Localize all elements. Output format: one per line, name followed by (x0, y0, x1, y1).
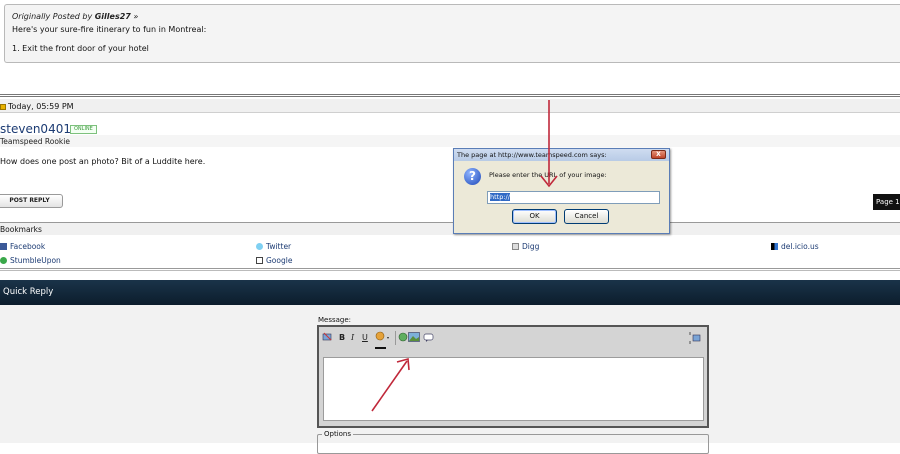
bookmark-label: Twitter (266, 242, 292, 251)
underline-button[interactable]: U (362, 331, 368, 345)
quote-line-2: 1. Exit the front door of your hotel (12, 44, 149, 53)
delicious-icon (771, 243, 778, 250)
facebook-icon (0, 243, 7, 250)
digg-icon (512, 243, 519, 250)
post-timestamp: Today, 05:59 PM (8, 102, 74, 111)
post-time-icon (0, 104, 6, 110)
bold-button[interactable]: B (339, 331, 345, 345)
remove-format-icon[interactable] (322, 331, 334, 345)
cancel-button[interactable]: Cancel (564, 209, 609, 224)
italic-button[interactable]: I (351, 331, 354, 345)
toolbar-separator (395, 331, 396, 345)
page-indicator[interactable]: Page 1 (873, 194, 900, 210)
message-textarea[interactable] (323, 357, 704, 421)
image-url-value: http:// (490, 193, 510, 201)
dialog-message: Please enter the URL of your image: (489, 171, 607, 179)
post-reply-button[interactable]: POST REPLY (0, 194, 63, 208)
bookmark-label: del.icio.us (781, 242, 819, 251)
bookmarks-divider (0, 268, 900, 271)
quick-reply-title: Quick Reply (3, 287, 54, 297)
insert-link-icon[interactable] (398, 331, 408, 345)
view-post-icon[interactable]: » (133, 12, 138, 21)
quote-posted-prefix: Originally Posted by (12, 12, 93, 21)
google-icon (256, 257, 263, 264)
image-url-input[interactable]: http:// (487, 191, 660, 204)
question-icon: ? (464, 168, 481, 185)
bookmark-twitter[interactable]: Twitter (256, 242, 291, 251)
bookmark-label: Digg (522, 242, 540, 251)
insert-quote-icon[interactable] (423, 331, 435, 345)
user-info-bar (0, 135, 900, 147)
quote-author: Gilles27 (94, 12, 131, 21)
close-icon[interactable]: X (651, 150, 666, 159)
post-divider (0, 94, 900, 97)
bookmark-label: Google (266, 256, 293, 265)
online-status-badge: ONLINE (70, 125, 97, 134)
twitter-icon (256, 243, 263, 250)
bookmark-label: Facebook (10, 242, 46, 251)
bookmark-google[interactable]: Google (256, 256, 292, 265)
message-label: Message: (318, 316, 352, 324)
post-header: Today, 05:59 PM (0, 99, 900, 113)
post-username[interactable]: steven0401 (0, 122, 71, 136)
options-legend: Options (322, 430, 354, 438)
font-color-icon[interactable] (374, 331, 390, 349)
bookmark-delicious[interactable]: del.icio.us (771, 242, 819, 251)
quick-reply-header[interactable]: Quick Reply (0, 280, 900, 305)
bookmarks-title: Bookmarks (0, 225, 42, 234)
post-message: How does one post an photo? Bit of a Lud… (0, 157, 206, 166)
toggle-editor-mode-icon[interactable] (688, 331, 701, 345)
user-title: Teamspeed Rookie (0, 137, 70, 146)
options-fieldset (317, 434, 709, 454)
quote-box: Originally Posted by Gilles27 » Here's y… (4, 4, 900, 63)
dialog-title: The page at http://www.teamspeed.com say… (454, 149, 669, 161)
bookmark-label: StumbleUpon (10, 256, 61, 265)
bookmark-digg[interactable]: Digg (512, 242, 539, 251)
quote-header: Originally Posted by Gilles27 » (12, 12, 900, 21)
bookmark-stumbleupon[interactable]: StumbleUpon (0, 256, 61, 265)
bookmarks-bar (0, 222, 900, 235)
bookmark-facebook[interactable]: Facebook (0, 242, 45, 251)
stumbleupon-icon (0, 257, 7, 264)
quote-line-1: Here's your sure-fire itinerary to fun i… (12, 25, 207, 34)
ok-button[interactable]: OK (512, 209, 557, 224)
insert-image-icon[interactable] (408, 331, 420, 345)
